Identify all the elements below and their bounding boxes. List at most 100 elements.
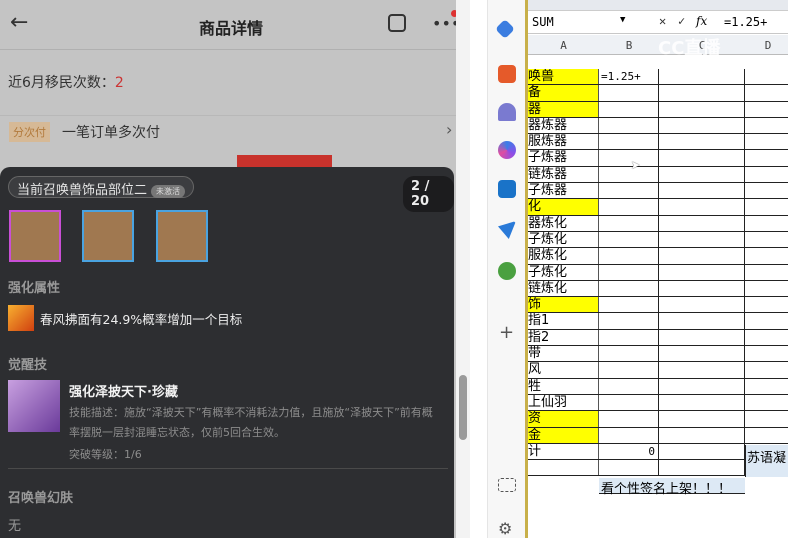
cell-c[interactable] <box>659 85 745 101</box>
accessory-item-2[interactable] <box>82 210 134 262</box>
cell-c[interactable] <box>659 313 745 329</box>
cell-a[interactable]: 链炼器 <box>528 166 599 183</box>
cell-b[interactable] <box>599 264 659 280</box>
cell-b[interactable] <box>599 117 659 134</box>
copilot-icon[interactable] <box>498 141 516 159</box>
cell-a[interactable]: 指2 <box>528 329 599 346</box>
cell-b[interactable] <box>599 362 659 378</box>
cell-b[interactable] <box>599 248 659 264</box>
cell-c[interactable] <box>659 134 745 150</box>
cell-a[interactable]: 子炼化 <box>528 264 599 280</box>
cell-c[interactable] <box>659 231 745 248</box>
cell-b[interactable] <box>599 199 659 215</box>
cell-b[interactable] <box>599 329 659 346</box>
cell-a[interactable]: 资 <box>528 411 599 427</box>
cell-b[interactable] <box>599 166 659 183</box>
column-header-b[interactable]: B <box>599 39 659 52</box>
cell-a[interactable]: 子炼器 <box>528 150 599 166</box>
cell-c[interactable] <box>659 378 745 394</box>
cell-c[interactable] <box>659 427 745 443</box>
insert-function-icon[interactable]: fx <box>696 14 707 28</box>
cell-c[interactable] <box>659 329 745 346</box>
cell-a[interactable]: 子炼器 <box>528 183 599 199</box>
send-icon[interactable] <box>498 221 516 239</box>
cell-b[interactable] <box>599 427 659 443</box>
tree-icon[interactable] <box>498 262 516 280</box>
cell-b[interactable] <box>599 101 659 117</box>
scrollbar-thumb[interactable] <box>459 375 467 440</box>
formula-input[interactable]: =1.25+ <box>724 15 767 29</box>
outlook-icon[interactable] <box>498 180 516 198</box>
cell-c[interactable] <box>659 215 745 231</box>
column-header-d[interactable]: D <box>745 39 788 52</box>
cell-b[interactable] <box>599 394 659 411</box>
add-icon[interactable]: + <box>499 322 514 343</box>
installment-row[interactable]: 分次付 一笔订单多次付 › <box>0 115 462 147</box>
people-icon[interactable] <box>498 103 516 121</box>
cell-c[interactable] <box>659 183 745 199</box>
share-icon[interactable] <box>388 14 406 32</box>
cell-b[interactable]: 0 <box>599 443 659 460</box>
cell-c[interactable] <box>659 166 745 183</box>
accessory-item-3[interactable] <box>156 210 208 262</box>
cell-a[interactable]: 唤兽 <box>528 69 599 85</box>
settings-gear-icon[interactable]: ⚙ <box>498 519 512 538</box>
cell-a[interactable]: 备 <box>528 85 599 101</box>
enter-check-icon[interactable]: ✓ <box>678 14 685 28</box>
cell-a[interactable]: 牲 <box>528 378 599 394</box>
tag-icon[interactable] <box>495 19 515 39</box>
cell-b[interactable] <box>599 215 659 231</box>
cell-b[interactable] <box>599 346 659 362</box>
cell-a[interactable]: 饰 <box>528 297 599 313</box>
cell-c[interactable] <box>659 280 745 297</box>
cell-a[interactable]: 金 <box>528 427 599 443</box>
cell-c[interactable] <box>659 248 745 264</box>
cell-b[interactable] <box>599 231 659 248</box>
toolbox-icon[interactable] <box>498 65 516 83</box>
cell-b[interactable] <box>599 134 659 150</box>
cell-c[interactable] <box>659 150 745 166</box>
cell-c[interactable] <box>659 362 745 378</box>
cell-a[interactable]: 计 <box>528 443 599 460</box>
accessory-item-1[interactable] <box>9 210 61 262</box>
cell-b[interactable] <box>599 150 659 166</box>
cell-b[interactable] <box>599 297 659 313</box>
cell-a[interactable]: 上仙羽 <box>528 394 599 411</box>
scrollbar[interactable] <box>456 0 470 538</box>
cell-b[interactable] <box>599 280 659 297</box>
cell-c[interactable] <box>659 411 745 427</box>
cell-a[interactable]: 风 <box>528 362 599 378</box>
cell-b[interactable] <box>599 85 659 101</box>
dropdown-icon[interactable]: ▼ <box>620 15 625 25</box>
cell-c[interactable] <box>659 443 745 460</box>
cell-c[interactable] <box>659 394 745 411</box>
cell-a[interactable]: 指1 <box>528 313 599 329</box>
cell-a[interactable]: 带 <box>528 346 599 362</box>
cell-a[interactable] <box>528 460 599 476</box>
screenshot-icon[interactable] <box>498 478 516 492</box>
cancel-icon[interactable]: ✕ <box>659 14 666 28</box>
cell-b[interactable] <box>599 313 659 329</box>
cell-b[interactable] <box>599 378 659 394</box>
cell-b[interactable] <box>599 183 659 199</box>
cell-a[interactable]: 化 <box>528 199 599 215</box>
cell-a[interactable]: 器 <box>528 101 599 117</box>
cell-c[interactable] <box>659 297 745 313</box>
cell-a[interactable]: 链炼化 <box>528 280 599 297</box>
cell-c[interactable] <box>659 69 745 85</box>
cell-a[interactable]: 器炼器 <box>528 117 599 134</box>
cell-a[interactable]: 子炼化 <box>528 231 599 248</box>
cell-a[interactable]: 服炼器 <box>528 134 599 150</box>
cell-b[interactable] <box>599 460 659 476</box>
cell-c[interactable] <box>659 101 745 117</box>
cell-c[interactable] <box>659 117 745 134</box>
signature-cell[interactable]: 看个性签名上架！！！ <box>599 478 745 497</box>
cell-c[interactable] <box>659 460 745 476</box>
cell-b[interactable] <box>599 411 659 427</box>
cell-c[interactable] <box>659 346 745 362</box>
cell-a[interactable]: 器炼化 <box>528 215 599 231</box>
cell-b[interactable]: =1.25+ <box>599 69 659 85</box>
cell-d-text[interactable]: 苏语凝 <box>745 445 788 477</box>
cell-c[interactable] <box>659 199 745 215</box>
column-header-a[interactable]: A <box>528 39 599 52</box>
